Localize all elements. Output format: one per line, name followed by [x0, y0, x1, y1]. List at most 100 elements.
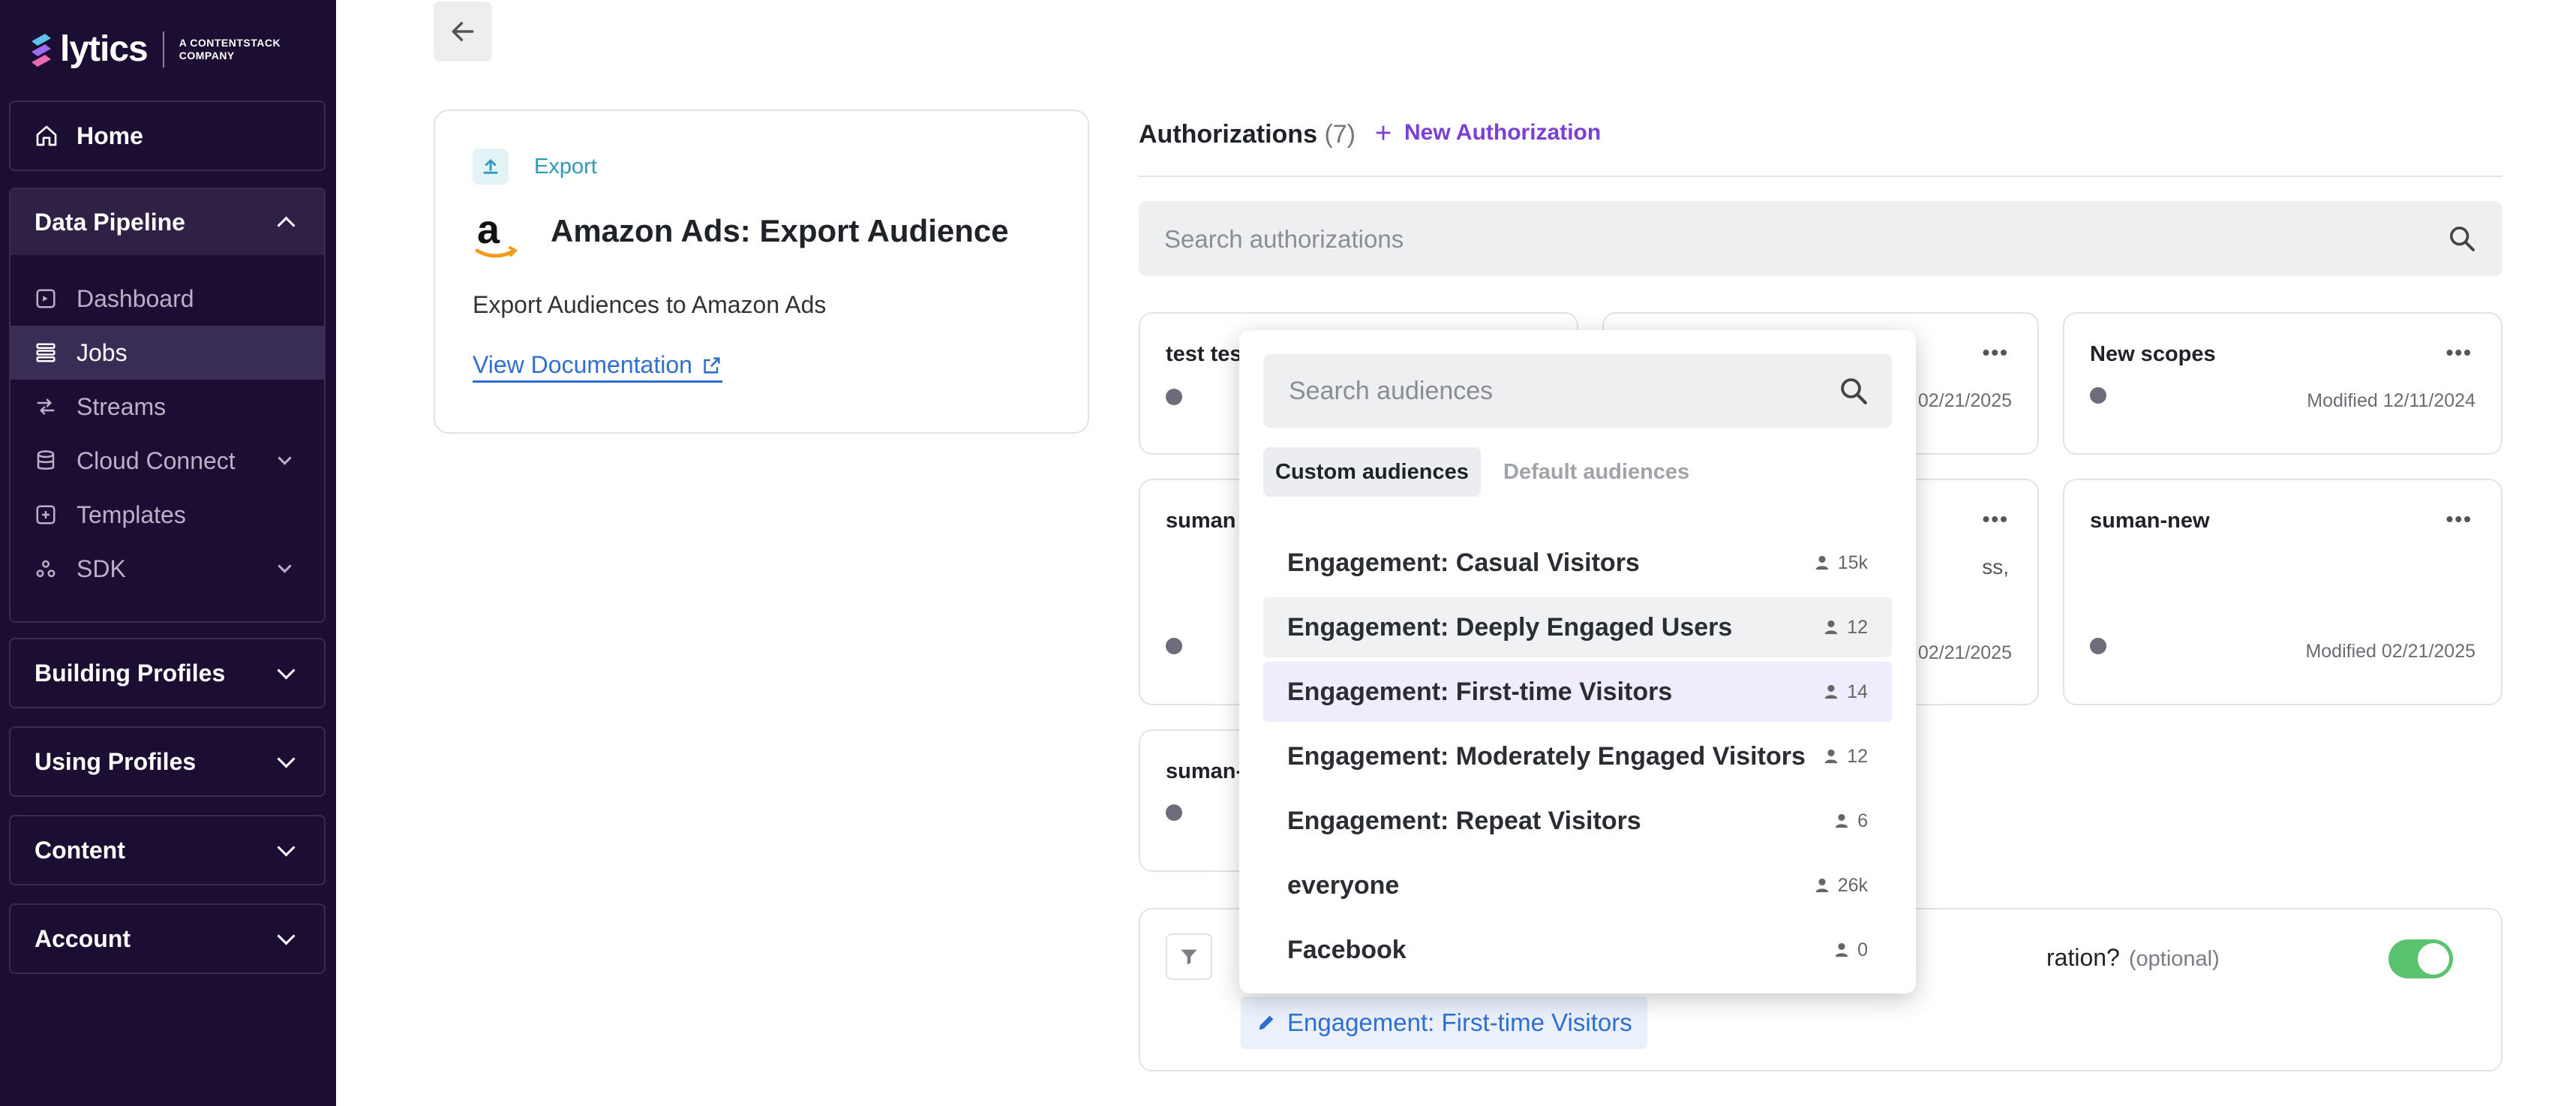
sidebar-item-jobs[interactable]: Jobs: [11, 326, 324, 380]
nav-account-label: Account: [35, 924, 131, 952]
user-icon: [1835, 813, 1848, 828]
tab-default-audiences[interactable]: Default audiences: [1491, 447, 1701, 497]
audience-count: 26k: [1814, 875, 1868, 897]
view-documentation-link[interactable]: View Documentation: [473, 351, 722, 383]
new-authorization-button[interactable]: New Authorization: [1373, 120, 1601, 146]
audience-count-value: 0: [1857, 939, 1868, 960]
sidebar-item-templates[interactable]: Templates: [11, 488, 324, 542]
chevron-down-icon: [277, 837, 296, 857]
templates-icon: [35, 503, 57, 526]
sidebar-item-dashboard[interactable]: Dashboard: [11, 272, 324, 326]
sidebar-item-label: Cloud Connect: [77, 446, 236, 474]
authorization-card[interactable]: New scopes ••• Modified 12/11/2024: [2063, 312, 2502, 455]
nav-using-profiles[interactable]: Using Profiles: [9, 726, 326, 797]
sdk-icon: [35, 558, 57, 580]
nav-content[interactable]: Content: [9, 815, 326, 885]
more-options-icon[interactable]: •••: [2446, 507, 2472, 531]
chevron-down-icon: [277, 926, 296, 945]
user-icon: [1815, 555, 1828, 570]
nav-building-profiles-label: Building Profiles: [35, 659, 226, 687]
view-documentation-label: View Documentation: [473, 351, 692, 378]
authorization-name: suman: [1166, 509, 1236, 533]
pencil-icon: [1259, 1015, 1274, 1030]
audience-count: 12: [1823, 746, 1868, 768]
nav-account[interactable]: Account: [9, 903, 326, 974]
job-description: Export Audiences to Amazon Ads: [473, 291, 827, 318]
authorizations-title: Authorizations: [1139, 120, 1317, 149]
jobs-icon: [35, 341, 57, 364]
audience-name: Engagement: Repeat Visitors: [1287, 806, 1641, 835]
audience-item[interactable]: everyone 26k: [1263, 855, 1892, 915]
authorization-modified: 02/21/2025: [1917, 642, 2012, 663]
user-icon: [1824, 620, 1838, 635]
logo-divider: [162, 31, 164, 68]
sidebar-item-label: Templates: [77, 500, 186, 528]
authorization-name: test tes: [1166, 342, 1242, 366]
nav-data-pipeline-header[interactable]: Data Pipeline: [11, 189, 324, 255]
selected-audience-chip[interactable]: Engagement: First-time Visitors: [1241, 996, 1647, 1049]
authorization-name: New scopes: [2090, 342, 2216, 366]
lytics-logo[interactable]: lytics A CONTENTSTACK COMPANY: [29, 29, 281, 70]
sidebar-item-streams[interactable]: Streams: [11, 380, 324, 434]
sidebar-item-label: Streams: [77, 392, 167, 420]
audience-name: Engagement: First-time Visitors: [1287, 677, 1673, 706]
audience-item[interactable]: Facebook 0: [1263, 920, 1892, 980]
nav-data-pipeline: Data Pipeline Dashboard Jobs Streams Clo…: [9, 188, 326, 623]
audience-count: 12: [1823, 617, 1868, 639]
tab-custom-audiences[interactable]: Custom audiences: [1263, 447, 1481, 497]
audience-count: 15k: [1814, 552, 1868, 574]
nav-home[interactable]: Home: [9, 101, 326, 171]
search-authorizations-input[interactable]: Search authorizations: [1139, 201, 2502, 276]
audience-item[interactable]: Engagement: Repeat Visitors 6: [1263, 791, 1892, 851]
dashboard-icon: [35, 287, 57, 310]
plus-icon: [1376, 125, 1391, 140]
status-dot: [1166, 804, 1182, 821]
svg-text:a: a: [477, 210, 500, 252]
audience-item[interactable]: Engagement: Casual Visitors 15k: [1263, 533, 1892, 593]
export-icon: [473, 149, 509, 185]
more-options-icon[interactable]: •••: [1983, 507, 2009, 531]
nav-home-label: Home: [77, 122, 143, 149]
back-button[interactable]: [434, 2, 492, 62]
header-divider: [1139, 176, 2502, 177]
arrow-left-icon: [452, 22, 474, 41]
new-authorization-label: New Authorization: [1404, 120, 1602, 145]
sidebar-item-cloud-connect[interactable]: Cloud Connect: [11, 434, 324, 488]
search-audiences-input[interactable]: Search audiences: [1263, 354, 1892, 428]
audience-count: 6: [1833, 810, 1868, 832]
search-audiences-placeholder: Search audiences: [1289, 377, 1494, 405]
external-link-icon: [704, 356, 720, 374]
chevron-down-icon: [277, 749, 296, 768]
nav-data-pipeline-label: Data Pipeline: [35, 208, 185, 236]
authorization-name: suman-new: [2090, 509, 2210, 533]
audience-item-selected[interactable]: Engagement: First-time Visitors 14: [1263, 662, 1892, 722]
sidebar-item-label: SDK: [77, 555, 126, 582]
more-options-icon[interactable]: •••: [1983, 341, 2009, 365]
more-options-icon[interactable]: •••: [2446, 341, 2472, 365]
authorization-card[interactable]: suman-new ••• Modified 02/21/2025: [2063, 479, 2502, 705]
authorization-modified: Modified 12/11/2024: [2307, 390, 2475, 411]
audience-item[interactable]: Engagement: Deeply Engaged Users 12: [1263, 597, 1892, 657]
nav-content-label: Content: [35, 836, 125, 864]
job-title: Amazon Ads: Export Audience: [551, 213, 1009, 248]
sidebar-item-label: Jobs: [77, 338, 128, 366]
authorization-modified: Modified 02/21/2025: [2305, 641, 2475, 662]
audience-item[interactable]: Engagement: Moderately Engaged Visitors …: [1263, 726, 1892, 786]
audience-count-value: 12: [1847, 616, 1868, 638]
home-icon: [36, 125, 57, 146]
filter-toggle[interactable]: [2388, 939, 2453, 978]
streams-icon: [35, 395, 57, 418]
audience-name: Facebook: [1287, 935, 1407, 964]
sidebar-item-label: Dashboard: [77, 284, 194, 312]
audience-name: Engagement: Casual Visitors: [1287, 548, 1640, 577]
audience-count-value: 14: [1847, 681, 1868, 702]
chevron-up-icon: [277, 215, 296, 235]
search-icon[interactable]: [1838, 375, 1869, 407]
chevron-down-icon: [277, 660, 296, 680]
nav-building-profiles[interactable]: Building Profiles: [9, 638, 326, 708]
search-icon[interactable]: [2447, 224, 2477, 254]
audience-name: everyone: [1287, 870, 1400, 900]
toggle-knob: [2418, 943, 2449, 975]
filter-icon[interactable]: [1166, 933, 1212, 980]
sidebar-item-sdk[interactable]: SDK: [11, 542, 324, 596]
